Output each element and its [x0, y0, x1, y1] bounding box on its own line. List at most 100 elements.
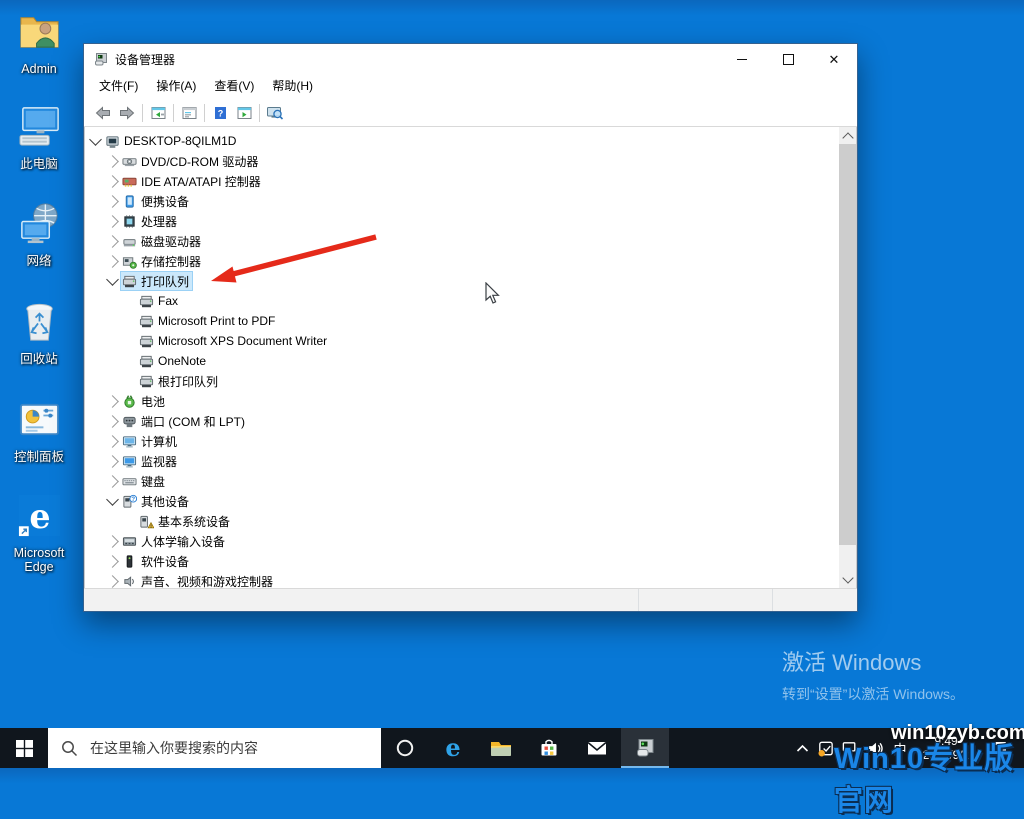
printer-icon: [139, 334, 154, 349]
close-button[interactable]: ✕: [811, 44, 857, 74]
chevron-right-icon[interactable]: [106, 254, 119, 268]
chevron-right-icon[interactable]: [106, 534, 119, 548]
tree-item-ide-ata-atapi[interactable]: IDE ATA/ATAPI 控制器: [85, 171, 839, 191]
search-input[interactable]: [88, 739, 352, 757]
help-button[interactable]: ?: [208, 101, 232, 124]
tree-item-base-system-device[interactable]: 基本系统设备: [85, 511, 839, 531]
taskbar-search[interactable]: [48, 728, 381, 768]
chevron-right-icon[interactable]: [106, 234, 119, 248]
tree-item-ms-print-to-pdf[interactable]: Microsoft Print to PDF: [85, 311, 839, 331]
tree-item-label: DESKTOP-8QILM1D: [124, 134, 237, 148]
scrollbar-thumb[interactable]: [839, 144, 856, 545]
status-bar: [84, 588, 857, 611]
tree-item-root-print-queue[interactable]: 根打印队列: [85, 371, 839, 391]
chevron-right-icon[interactable]: [106, 394, 119, 408]
ide-controller-icon: [122, 174, 137, 189]
file-explorer-icon: [491, 742, 511, 756]
device-manager-icon: [637, 739, 654, 757]
desktop-icon-recycle-bin[interactable]: 回收站: [0, 298, 78, 366]
device-manager-app-icon: [93, 51, 109, 67]
back-button[interactable]: [91, 101, 115, 124]
sound-icon: [122, 574, 137, 589]
device-manager-taskbar-button[interactable]: [621, 728, 669, 768]
scroll-up-button[interactable]: [839, 127, 856, 144]
minimize-button[interactable]: [719, 44, 765, 74]
start-button[interactable]: [0, 728, 48, 768]
tree-item-ms-xps-writer[interactable]: Microsoft XPS Document Writer: [85, 331, 839, 351]
admin-folder-icon: [16, 8, 63, 60]
cortana-button[interactable]: [381, 728, 429, 768]
menu-item-file[interactable]: 文件(F): [90, 74, 147, 99]
tree-item-batteries[interactable]: 电池: [85, 391, 839, 411]
svg-text:?: ?: [217, 108, 223, 118]
chevron-right-icon[interactable]: [106, 174, 119, 188]
chevron-right-icon[interactable]: [106, 214, 119, 228]
tree-item-sound-video-game[interactable]: 声音、视频和游戏控制器: [85, 571, 839, 588]
tree-item-disk-drives[interactable]: 磁盘驱动器: [85, 231, 839, 251]
chevron-right-icon[interactable]: [106, 414, 119, 428]
tree-item-computer-cat[interactable]: 计算机: [85, 431, 839, 451]
tree-item-label: 键盘: [141, 474, 166, 489]
tree-item-monitors[interactable]: 监视器: [85, 451, 839, 471]
properties-button[interactable]: [177, 101, 201, 124]
tree-item-label: 其他设备: [141, 494, 190, 509]
action-menu-button[interactable]: [232, 101, 256, 124]
chevron-right-icon[interactable]: [106, 574, 119, 588]
menu-item-action[interactable]: 操作(A): [147, 74, 205, 99]
tree-item-ports-com-lpt[interactable]: 端口 (COM 和 LPT): [85, 411, 839, 431]
desktop-icon-this-pc[interactable]: 此电脑: [0, 103, 78, 171]
maximize-icon: [782, 53, 794, 65]
tree-item-fax[interactable]: Fax: [85, 291, 839, 311]
search-icon: [62, 740, 78, 756]
console-tree-button[interactable]: [146, 101, 170, 124]
hid-icon: [122, 534, 137, 549]
window-title: 设备管理器: [115, 52, 176, 67]
chevron-right-icon[interactable]: [106, 194, 119, 208]
printer-icon: [139, 354, 154, 369]
portable-device-icon: [122, 194, 137, 209]
file-explorer-button[interactable]: [477, 728, 525, 768]
tree-item-other-devices[interactable]: ? 其他设备: [85, 491, 839, 511]
tree-item-hid-devices[interactable]: 人体学输入设备: [85, 531, 839, 551]
tree-item-label: 根打印队列: [158, 374, 219, 389]
chevron-right-icon[interactable]: [106, 454, 119, 468]
scan-hardware-button[interactable]: [263, 101, 287, 124]
computer-icon: [105, 134, 120, 149]
chevron-right-icon[interactable]: [106, 154, 119, 168]
tray-expand-button[interactable]: [791, 728, 813, 768]
mail-button[interactable]: [573, 728, 621, 768]
edge-taskbar-button[interactable]: e: [429, 728, 477, 768]
store-button[interactable]: [525, 728, 573, 768]
desktop-icon-control-panel[interactable]: 控制面板: [0, 396, 78, 464]
desktop-icon-network[interactable]: 网络: [0, 200, 78, 268]
chevron-down-icon[interactable]: [106, 493, 119, 506]
vertical-scrollbar[interactable]: [839, 127, 856, 588]
desktop-icon-admin[interactable]: Admin: [0, 8, 78, 76]
tree-item-storage-controllers[interactable]: 存储控制器: [85, 251, 839, 271]
tree-item-processors[interactable]: 处理器: [85, 211, 839, 231]
tree-item-label: 端口 (COM 和 LPT): [141, 414, 245, 429]
tree-item-portable-devices[interactable]: 便携设备: [85, 191, 839, 211]
chevron-right-icon[interactable]: [106, 554, 119, 568]
maximize-button[interactable]: [765, 44, 811, 74]
tree-item-desktop-8qilm1d[interactable]: DESKTOP-8QILM1D: [85, 131, 839, 151]
toolbar-separator: [142, 103, 143, 122]
tree-item-software-devices[interactable]: 软件设备: [85, 551, 839, 571]
desktop-icon-microsoft-edge[interactable]: e Microsoft Edge: [0, 492, 78, 574]
tree-item-print-queues[interactable]: 打印队列: [85, 271, 839, 291]
menu-item-help[interactable]: 帮助(H): [263, 74, 322, 99]
menu-item-view[interactable]: 查看(V): [205, 74, 263, 99]
tree-item-keyboards[interactable]: 键盘: [85, 471, 839, 491]
chevron-down-icon[interactable]: [106, 273, 119, 286]
chevron-right-icon[interactable]: [106, 474, 119, 488]
tree-item-onenote[interactable]: OneNote: [85, 351, 839, 371]
scroll-down-button[interactable]: [839, 571, 856, 588]
chevron-right-icon[interactable]: [106, 434, 119, 448]
status-divider: [772, 589, 773, 611]
tree-item-label: 声音、视频和游戏控制器: [141, 574, 274, 589]
forward-button[interactable]: [115, 101, 139, 124]
tree-item-label: 电池: [141, 394, 166, 409]
toolbar-separator: [204, 103, 205, 122]
tree-item-dvd-cdrom[interactable]: DVD/CD-ROM 驱动器: [85, 151, 839, 171]
chevron-down-icon[interactable]: [89, 133, 102, 146]
